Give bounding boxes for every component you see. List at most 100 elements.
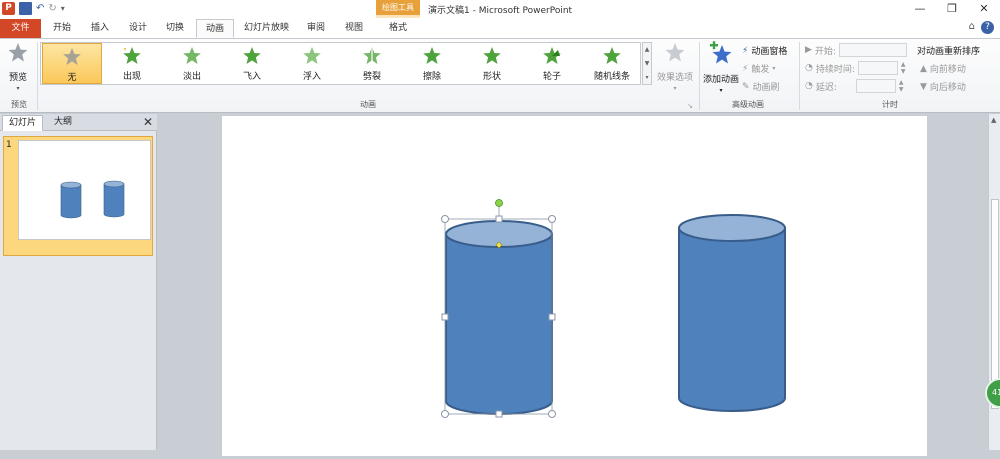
preview-star-icon <box>8 43 28 62</box>
move-later-button[interactable]: ▼ 向后移动 <box>920 80 966 94</box>
duration-field[interactable] <box>857 61 898 75</box>
effect-options-label: 效果选项 <box>656 73 693 83</box>
animation-pane-button[interactable]: ⚡ 动画窗格 <box>742 44 787 58</box>
restore-icon[interactable]: ❐ <box>936 0 968 18</box>
preview-label: 预览 <box>8 73 27 83</box>
slide-canvas[interactable] <box>222 116 927 456</box>
panel-tabs: 幻灯片 大纲 ✕ <box>0 114 157 131</box>
trigger-button[interactable]: ⚡ 触发 ▾ <box>742 62 775 76</box>
animation-painter-button[interactable]: ✎ 动画刷 <box>742 80 780 94</box>
save-icon[interactable] <box>19 2 32 15</box>
powerpoint-logo-icon[interactable]: P <box>2 2 15 15</box>
start-row: ▶ 开始: <box>805 43 907 57</box>
animation-fly-in[interactable]: 飞入 <box>222 43 282 84</box>
gallery-scroll[interactable]: ▲ ▼ ▾ <box>642 42 652 85</box>
tab-design[interactable]: 设计 <box>120 19 156 38</box>
panel-close-icon[interactable]: ✕ <box>143 115 153 129</box>
animation-shape[interactable]: 形状 <box>462 43 522 84</box>
customize-toolbar-icon[interactable]: ▾ <box>61 2 65 15</box>
collapse-ribbon-icon[interactable]: ⌂ <box>969 21 975 34</box>
window-controls: — ❐ ✕ <box>904 0 1000 18</box>
trigger-label: 触发 <box>751 65 770 75</box>
close-icon[interactable]: ✕ <box>968 0 1000 18</box>
title-bar: P ↶ ↻ ▾ 演示文稿1 - Microsoft PowerPoint — ❐… <box>0 0 1000 18</box>
preview-dropdown-icon: ▾ <box>16 85 20 92</box>
slides-panel: 幻灯片 大纲 ✕ 1 <box>0 114 157 450</box>
tab-home[interactable]: 开始 <box>44 19 80 38</box>
tab-insert[interactable]: 插入 <box>82 19 118 38</box>
effect-options-button[interactable]: 效果选项 ▾ <box>654 41 696 93</box>
animation-label: 淡出 <box>182 72 201 82</box>
animation-label: 擦除 <box>422 72 441 82</box>
add-animation-button[interactable]: 添加动画 ▾ <box>702 41 740 95</box>
gallery-down-icon[interactable]: ▼ <box>643 57 651 71</box>
delay-row: ◔ 延迟: ▲ ▼ <box>805 79 907 93</box>
add-animation-dropdown-icon: ▾ <box>719 87 723 94</box>
tab-outline[interactable]: 大纲 <box>48 115 78 131</box>
add-animation-label: 添加动画 <box>702 75 739 85</box>
delay-field[interactable] <box>855 79 896 93</box>
tab-file[interactable]: 文件 <box>0 19 41 38</box>
delay-icon: ◔ <box>805 81 813 91</box>
tab-animations[interactable]: 动画 <box>196 19 235 38</box>
animation-wheel[interactable]: 轮子 <box>522 43 582 84</box>
tab-slides[interactable]: 幻灯片 <box>2 115 44 131</box>
animation-wipe[interactable]: 擦除 <box>402 43 462 84</box>
delay-spinner[interactable]: ▲ ▼ <box>899 79 907 93</box>
duration-spinner[interactable]: ▲ ▼ <box>901 61 909 75</box>
gallery-more-icon[interactable]: ▾ <box>643 71 651 85</box>
animation-appear[interactable]: 出现 <box>102 43 162 84</box>
move-later-label: 向后移动 <box>929 83 966 93</box>
slide-thumbnail[interactable] <box>3 136 153 256</box>
context-tool-label: 绘图工具 <box>376 0 420 15</box>
cylinder-shape-selected[interactable] <box>445 220 553 415</box>
duration-label: 持续时间: <box>815 64 855 75</box>
start-icon: ▶ <box>805 45 812 55</box>
preview-button[interactable]: 预览 ▾ <box>4 41 32 93</box>
animation-group-label: 动画 <box>360 100 376 109</box>
quick-access-toolbar: P ↶ ↻ ▾ <box>2 2 65 15</box>
slide-number: 1 <box>6 140 12 150</box>
slide-editing-area <box>158 114 988 456</box>
start-label: 开始: <box>814 46 836 57</box>
preview-group-label: 预览 <box>11 100 27 109</box>
effect-options-star-icon <box>665 43 685 62</box>
thumbnail-shapes <box>60 180 125 219</box>
scroll-up-icon[interactable]: ▲ <box>991 116 996 124</box>
move-earlier-icon: ▲ <box>920 63 927 74</box>
star-green-icon <box>123 47 141 64</box>
separator <box>37 42 38 110</box>
cylinder-shape[interactable] <box>678 214 786 412</box>
tab-review[interactable]: 审阅 <box>298 19 334 38</box>
star-green-icon <box>603 47 621 64</box>
animation-random-bars[interactable]: 随机线条 <box>582 43 642 84</box>
animation-none[interactable]: 无 <box>42 43 102 84</box>
help-area: ⌂ ? <box>969 21 994 34</box>
star-green-icon <box>423 47 441 64</box>
animation-label: 无 <box>67 73 77 83</box>
minimize-icon[interactable]: — <box>904 0 936 18</box>
start-dropdown[interactable] <box>838 43 907 57</box>
animation-gallery: 无 出现 淡出 飞入 浮入 劈裂 擦除 形状 轮子 随机线条 <box>40 42 641 85</box>
tab-format[interactable]: 格式 <box>380 19 416 38</box>
tab-view[interactable]: 视图 <box>336 19 372 38</box>
animation-float-in[interactable]: 浮入 <box>282 43 342 84</box>
animation-fade[interactable]: 淡出 <box>162 43 222 84</box>
tab-slideshow[interactable]: 幻灯片放映 <box>235 19 298 38</box>
move-earlier-button[interactable]: ▲ 向前移动 <box>920 62 966 76</box>
add-animation-star-icon <box>710 41 732 64</box>
dialog-launcher-icon[interactable]: ↘ <box>686 102 694 110</box>
star-green-icon <box>483 47 501 64</box>
undo-icon[interactable]: ↶ <box>36 2 44 15</box>
tab-transitions[interactable]: 切换 <box>157 19 193 38</box>
ribbon: 预览 ▾ 预览 无 出现 淡出 飞入 浮入 劈裂 擦除 形状 轮子 随机线条 ▲… <box>0 39 1000 113</box>
duration-icon: ◔ <box>805 63 813 73</box>
animation-split[interactable]: 劈裂 <box>342 43 402 84</box>
gallery-up-icon[interactable]: ▲ <box>643 43 651 57</box>
help-icon[interactable]: ? <box>981 21 994 34</box>
window-title: 演示文稿1 - Microsoft PowerPoint <box>428 6 573 16</box>
ribbon-tabs: 文件 开始 插入 设计 切换 动画 幻灯片放映 审阅 视图 格式 ⌂ ? <box>0 18 1000 39</box>
redo-icon[interactable]: ↻ <box>48 2 56 15</box>
slide-shapes <box>441 199 786 418</box>
animation-label: 飞入 <box>242 72 261 82</box>
